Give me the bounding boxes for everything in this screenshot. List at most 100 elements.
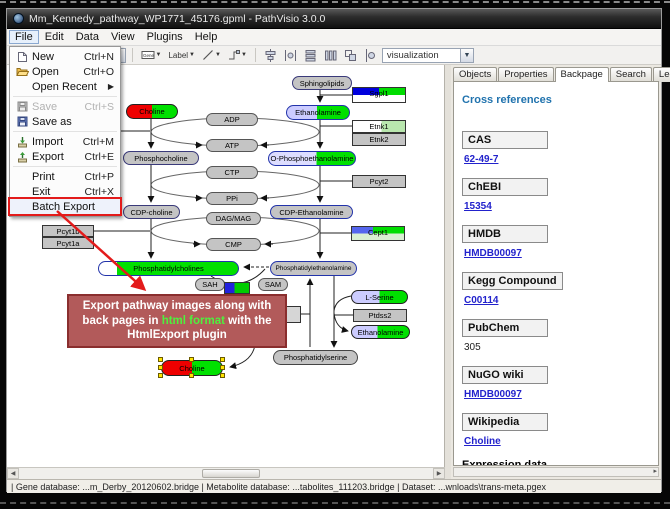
title-bar[interactable]: Mm_Kennedy_pathway_WP1771_45176.gpml - P… bbox=[7, 9, 661, 29]
crossref-link[interactable]: HMDB00097 bbox=[464, 389, 650, 400]
common-size-button[interactable] bbox=[342, 47, 359, 63]
menu-item-exit[interactable]: ExitCtrl+X bbox=[10, 184, 120, 199]
selection-handle[interactable] bbox=[220, 373, 225, 378]
save-icon bbox=[14, 101, 30, 113]
node-pcyt1b[interactable]: Pcyt1b bbox=[42, 225, 94, 237]
node-l-serine[interactable]: L-Serine bbox=[351, 290, 408, 304]
chevron-down-icon[interactable]: ▼ bbox=[241, 52, 247, 58]
menu-edit[interactable]: Edit bbox=[39, 30, 70, 44]
node-label: Etnk1 bbox=[369, 122, 388, 131]
line-tool-button[interactable]: ▼ bbox=[200, 47, 223, 63]
node-phosphatidylserine[interactable]: Phosphatidylserine bbox=[273, 350, 358, 365]
distribute-horizontal-button[interactable] bbox=[282, 47, 299, 63]
panel-horizontal-scrollbar[interactable] bbox=[453, 467, 659, 477]
node-sah[interactable]: SAH bbox=[195, 278, 225, 291]
node-ethanolamine[interactable]: Ethanolamine bbox=[351, 325, 410, 339]
visualization-combobox[interactable]: visualization ▼ bbox=[382, 48, 474, 63]
backpage-content[interactable]: Cross references CAS62-49-7ChEBI15354HMD… bbox=[453, 81, 659, 466]
scroll-left-icon[interactable]: ◀ bbox=[7, 468, 19, 479]
menu-item-import[interactable]: ImportCtrl+M bbox=[10, 134, 120, 149]
chevron-down-icon[interactable]: ▼ bbox=[156, 52, 162, 58]
tab-properties[interactable]: Properties bbox=[498, 67, 553, 82]
node-ctp[interactable]: CTP bbox=[206, 166, 258, 179]
node-label: Choline bbox=[179, 364, 204, 373]
crossref-link[interactable]: HMDB00097 bbox=[464, 248, 650, 259]
node-gene-box-unlabeled[interactable] bbox=[224, 282, 250, 294]
open-folder-icon bbox=[14, 66, 30, 78]
node-sgpl1[interactable]: Sgpl1 bbox=[352, 87, 406, 103]
tab-objects[interactable]: Objects bbox=[453, 67, 497, 82]
crossref-link[interactable]: C00114 bbox=[464, 295, 650, 306]
menu-item-save: SaveCtrl+S bbox=[10, 99, 120, 114]
visualization-dropdown-icon[interactable]: ▼ bbox=[460, 49, 473, 62]
node-atp[interactable]: ATP bbox=[206, 139, 258, 152]
node-sam[interactable]: SAM bbox=[258, 278, 288, 291]
menu-view[interactable]: View bbox=[105, 30, 141, 44]
stack-vertical-button[interactable] bbox=[302, 47, 319, 63]
node-pcyt2[interactable]: Pcyt2 bbox=[352, 175, 406, 188]
node-sphingolipids[interactable]: Sphingolipids bbox=[292, 76, 352, 90]
node-phosphocholine[interactable]: Phosphocholine bbox=[123, 151, 199, 165]
selection-handle[interactable] bbox=[220, 357, 225, 362]
node-etnk1[interactable]: Etnk1 bbox=[352, 120, 406, 133]
chevron-down-icon[interactable]: ▼ bbox=[215, 52, 221, 58]
node-dag-mag[interactable]: DAG/MAG bbox=[206, 212, 261, 225]
selection-handle[interactable] bbox=[189, 373, 194, 378]
align-center-button[interactable] bbox=[262, 47, 279, 63]
menu-item-save-as[interactable]: Save as bbox=[10, 114, 120, 129]
crossref-link[interactable]: 15354 bbox=[464, 201, 650, 212]
scroll-right-icon[interactable]: ▶ bbox=[433, 468, 445, 479]
node-ptdss2[interactable]: Ptdss2 bbox=[353, 309, 407, 322]
align-left-button[interactable] bbox=[362, 47, 379, 63]
selection-handle[interactable] bbox=[189, 357, 194, 362]
chevron-down-icon[interactable]: ▼ bbox=[189, 52, 195, 58]
selection-handle[interactable] bbox=[158, 357, 163, 362]
node-cdp-choline[interactable]: CDP-choline bbox=[123, 205, 180, 219]
menu-file[interactable]: File bbox=[9, 30, 39, 44]
node-cmp[interactable]: CMP bbox=[206, 238, 261, 251]
node-adp[interactable]: ADP bbox=[206, 113, 258, 126]
crossref-link[interactable]: Choline bbox=[464, 436, 650, 447]
stack-horizontal-button[interactable] bbox=[322, 47, 339, 63]
scrollbar-thumb[interactable] bbox=[202, 469, 260, 478]
node-phosphatidylethanolamine[interactable]: Phosphatidylethanolamine bbox=[270, 261, 357, 276]
node-pcyt1a[interactable]: Pcyt1a bbox=[42, 237, 94, 249]
menu-item-open-recent[interactable]: Open Recent▶ bbox=[10, 79, 120, 94]
line-icon bbox=[202, 49, 214, 61]
menu-item-open[interactable]: OpenCtrl+O bbox=[10, 64, 120, 79]
canvas-horizontal-scrollbar[interactable]: ◀ ▶ bbox=[7, 467, 445, 479]
tab-search[interactable]: Search bbox=[610, 67, 652, 82]
tab-backpage[interactable]: Backpage bbox=[555, 67, 609, 82]
slide-background: { "window": { "title": "Mm_Kennedy_pathw… bbox=[0, 0, 670, 509]
selection-handle[interactable] bbox=[158, 365, 163, 370]
datanode-tool-button[interactable]: Gene ▼ bbox=[139, 47, 164, 63]
menu-separator bbox=[13, 96, 117, 97]
crossref-link[interactable]: 62-49-7 bbox=[464, 154, 650, 165]
node-ethanolamine[interactable]: Ethanolamine bbox=[286, 105, 350, 120]
node-label: Ethanolamine bbox=[295, 108, 341, 117]
toolbar-separator bbox=[132, 48, 133, 62]
menu-item-print[interactable]: PrintCtrl+P bbox=[10, 169, 120, 184]
new-document-icon bbox=[14, 51, 30, 63]
node-o-phosphoethanolamine[interactable]: O-Phosphoethanolamine bbox=[268, 151, 356, 166]
visualization-value: visualization bbox=[387, 50, 439, 61]
selection-handle[interactable] bbox=[220, 365, 225, 370]
node-etnk2[interactable]: Etnk2 bbox=[352, 133, 406, 146]
node-choline[interactable]: Choline bbox=[126, 104, 178, 119]
menu-plugins[interactable]: Plugins bbox=[141, 30, 189, 44]
menu-item-batch-export[interactable]: Batch Export bbox=[10, 199, 120, 214]
tab-legend[interactable]: Legend bbox=[653, 67, 670, 82]
node-ppi[interactable]: PPi bbox=[206, 192, 258, 205]
label-tool-button[interactable]: Label ▼ bbox=[166, 47, 197, 63]
menu-help[interactable]: Help bbox=[189, 30, 224, 44]
node-phosphatidylcholines[interactable]: Phosphatidylcholines bbox=[98, 261, 239, 276]
selection-handle[interactable] bbox=[158, 373, 163, 378]
node-cdp-ethanolamine[interactable]: CDP-Ethanolamine bbox=[270, 205, 353, 219]
node-label: CTP bbox=[225, 168, 240, 177]
menu-item-new[interactable]: NewCtrl+N bbox=[10, 49, 120, 64]
node-cept1[interactable]: Cept1 bbox=[351, 226, 405, 241]
connector-tool-button[interactable]: ▼ bbox=[226, 47, 249, 63]
menu-data[interactable]: Data bbox=[70, 30, 105, 44]
status-text: | Gene database: ...m_Derby_20120602.bri… bbox=[11, 482, 546, 492]
menu-item-export[interactable]: ExportCtrl+E bbox=[10, 149, 120, 164]
